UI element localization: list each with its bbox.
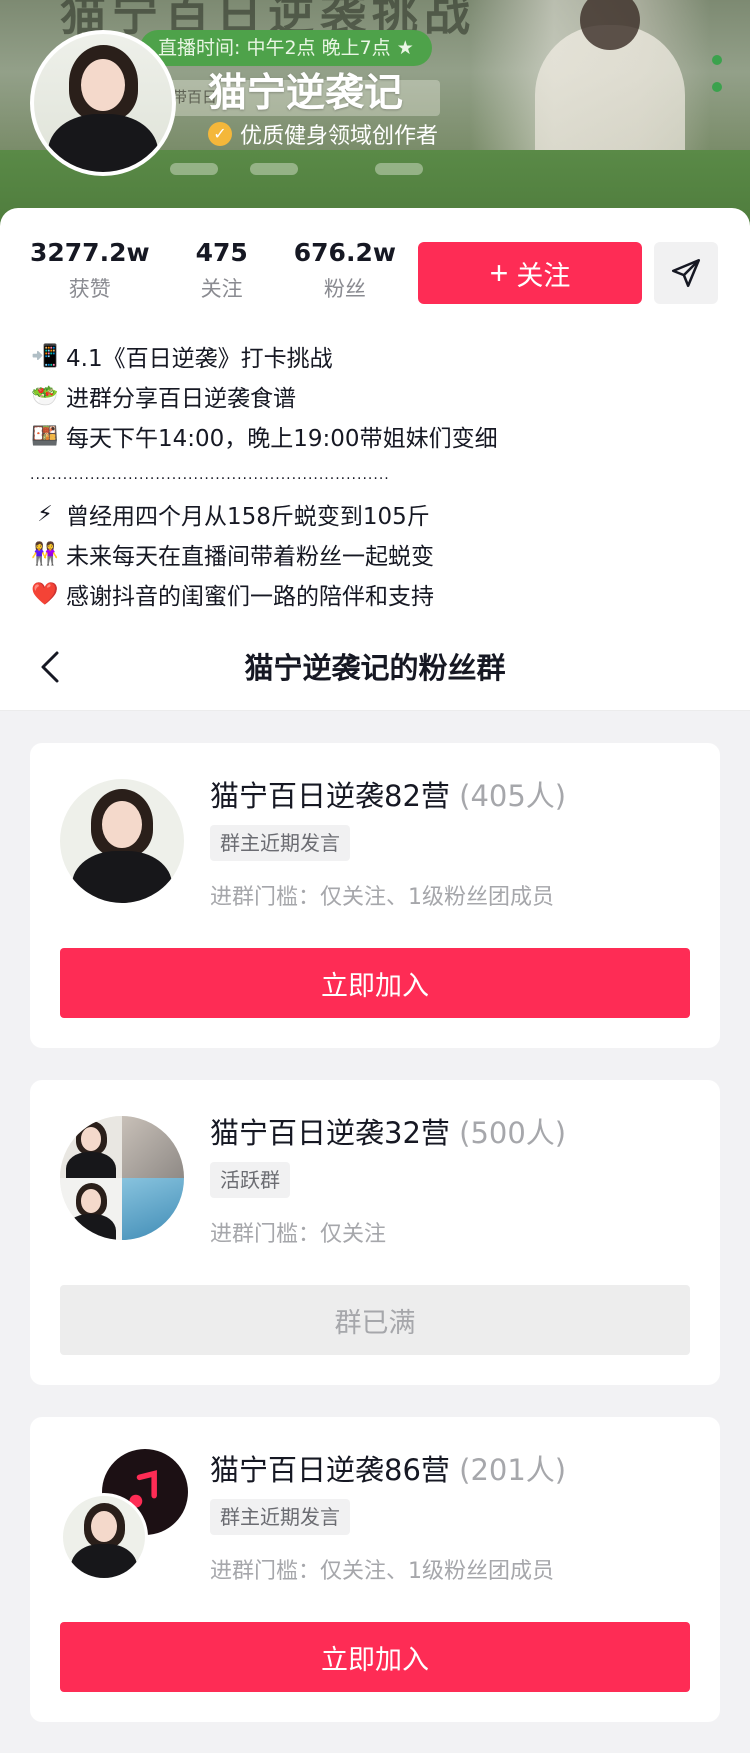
- friends-icon: 👭: [31, 541, 59, 567]
- stat-following[interactable]: 475 关注: [196, 238, 248, 303]
- stat-likes[interactable]: 3277.2w 获赞: [30, 238, 150, 303]
- bio-text: 4.1《百日逆袭》打卡挑战: [66, 346, 333, 372]
- profile-avatar[interactable]: [30, 30, 176, 176]
- banner-dot: [712, 82, 722, 92]
- bio-line: 👭 未来每天在直播间带着粉丝一起蜕变: [30, 534, 720, 574]
- bio-text: 每天下午14:00，晚上19:00带姐妹们变细: [66, 426, 498, 452]
- group-name: 猫宁百日逆袭86营 (201人): [210, 1447, 566, 1489]
- follow-button[interactable]: + 关注: [418, 242, 642, 304]
- group-member-count: (500人): [459, 1116, 567, 1150]
- group-requirement: 进群门槛：仅关注、1级粉丝团成员: [210, 1559, 554, 1584]
- group-tag: 群主近期发言: [210, 825, 350, 861]
- banner-tiny-button: [250, 163, 298, 175]
- group-tag: 活跃群: [210, 1162, 290, 1198]
- bento-icon: 🍱: [31, 423, 59, 449]
- back-button[interactable]: [30, 647, 70, 687]
- verification-row: ✓ 优质健身领域创作者: [208, 118, 438, 150]
- bio-text: 曾经用四个月从158斤蜕变到105斤: [66, 504, 430, 530]
- group-requirement: 进群门槛：仅关注: [210, 1222, 387, 1247]
- group-avatar: [60, 1493, 148, 1581]
- bio-line: 📲 4.1《百日逆袭》打卡挑战: [30, 336, 720, 376]
- group-name-text: 猫宁百日逆袭82营: [210, 779, 450, 813]
- fan-group-card: 猫宁百日逆袭86营 (201人) 群主近期发言 进群门槛：仅关注、1级粉丝团成员…: [30, 1417, 720, 1722]
- bio-text: 进群分享百日逆袭食谱: [66, 386, 296, 412]
- profile-stats: 3277.2w 获赞 475 关注 676.2w 粉丝: [30, 238, 442, 303]
- stat-label: 粉丝: [323, 277, 366, 301]
- profile-bio: 📲 4.1《百日逆袭》打卡挑战 🥗 进群分享百日逆袭食谱 🍱 每天下午14:00…: [30, 336, 720, 614]
- fan-group-header: 猫宁逆袭记的粉丝群: [0, 625, 750, 711]
- bio-separator: ........................................…: [30, 467, 390, 483]
- bio-line: ⚡ 曾经用四个月从158斤蜕变到105斤: [30, 494, 720, 534]
- live-time-pill: 直播时间: 中午2点 晚上7点 ★: [140, 30, 432, 66]
- fan-group-card: 猫宁百日逆袭82营 (405人) 群主近期发言 进群门槛：仅关注、1级粉丝团成员…: [30, 743, 720, 1048]
- profile-name: 猫宁逆袭记: [208, 71, 404, 116]
- stat-label: 关注: [200, 277, 243, 301]
- heart-icon: ❤️: [31, 581, 59, 607]
- stat-label: 获赞: [68, 277, 111, 301]
- send-icon: [671, 258, 701, 288]
- check-badge-icon: ✓: [208, 122, 232, 146]
- verification-label: 优质健身领域创作者: [240, 124, 439, 149]
- fan-group-card: 猫宁百日逆袭32营 (500人) 活跃群 进群门槛：仅关注 群已满: [30, 1080, 720, 1385]
- group-full-button[interactable]: 群已满: [60, 1285, 690, 1355]
- bio-text: 未来每天在直播间带着粉丝一起蜕变: [66, 544, 434, 570]
- fan-group-title: 猫宁逆袭记的粉丝群: [244, 651, 506, 685]
- group-name-text: 猫宁百日逆袭86营: [210, 1453, 450, 1487]
- bio-line: ❤️ 感谢抖音的闺蜜们一路的陪伴和支持: [30, 574, 720, 614]
- group-name: 猫宁百日逆袭32营 (500人): [210, 1110, 566, 1152]
- bio-text: 感谢抖音的闺蜜们一路的陪伴和支持: [66, 584, 434, 610]
- plus-icon: +: [489, 254, 509, 291]
- group-name-text: 猫宁百日逆袭32营: [210, 1116, 450, 1150]
- stat-value: 676.2w: [293, 238, 396, 267]
- banner-tiny-button: [375, 163, 423, 175]
- banner-dot: [712, 55, 722, 65]
- lightning-icon: ⚡: [37, 501, 53, 527]
- bio-line: 🍱 每天下午14:00，晚上19:00带姐妹们变细: [30, 416, 720, 456]
- salad-icon: 🥗: [31, 383, 59, 409]
- stat-value: 3277.2w: [30, 238, 150, 267]
- phone-icon: 📲: [31, 343, 59, 369]
- group-avatar: [60, 779, 184, 903]
- group-member-count: (201人): [459, 1453, 567, 1487]
- group-requirement: 进群门槛：仅关注、1级粉丝团成员: [210, 885, 554, 910]
- group-tag: 群主近期发言: [210, 1499, 350, 1535]
- chevron-left-icon: [41, 651, 59, 683]
- group-member-count: (405人): [459, 779, 567, 813]
- group-name: 猫宁百日逆袭82营 (405人): [210, 773, 566, 815]
- bio-line: 🥗 进群分享百日逆袭食谱: [30, 376, 720, 416]
- share-button[interactable]: [654, 242, 718, 304]
- follow-label: 关注: [516, 260, 571, 291]
- join-group-button[interactable]: 立即加入: [60, 1622, 690, 1692]
- join-group-button[interactable]: 立即加入: [60, 948, 690, 1018]
- group-avatar: [60, 1116, 184, 1240]
- fan-group-list: 猫宁百日逆袭82营 (405人) 群主近期发言 进群门槛：仅关注、1级粉丝团成员…: [0, 711, 750, 1753]
- stat-value: 475: [195, 238, 248, 267]
- banner-tiny-button: [170, 163, 218, 175]
- stat-followers[interactable]: 676.2w 粉丝: [294, 238, 396, 303]
